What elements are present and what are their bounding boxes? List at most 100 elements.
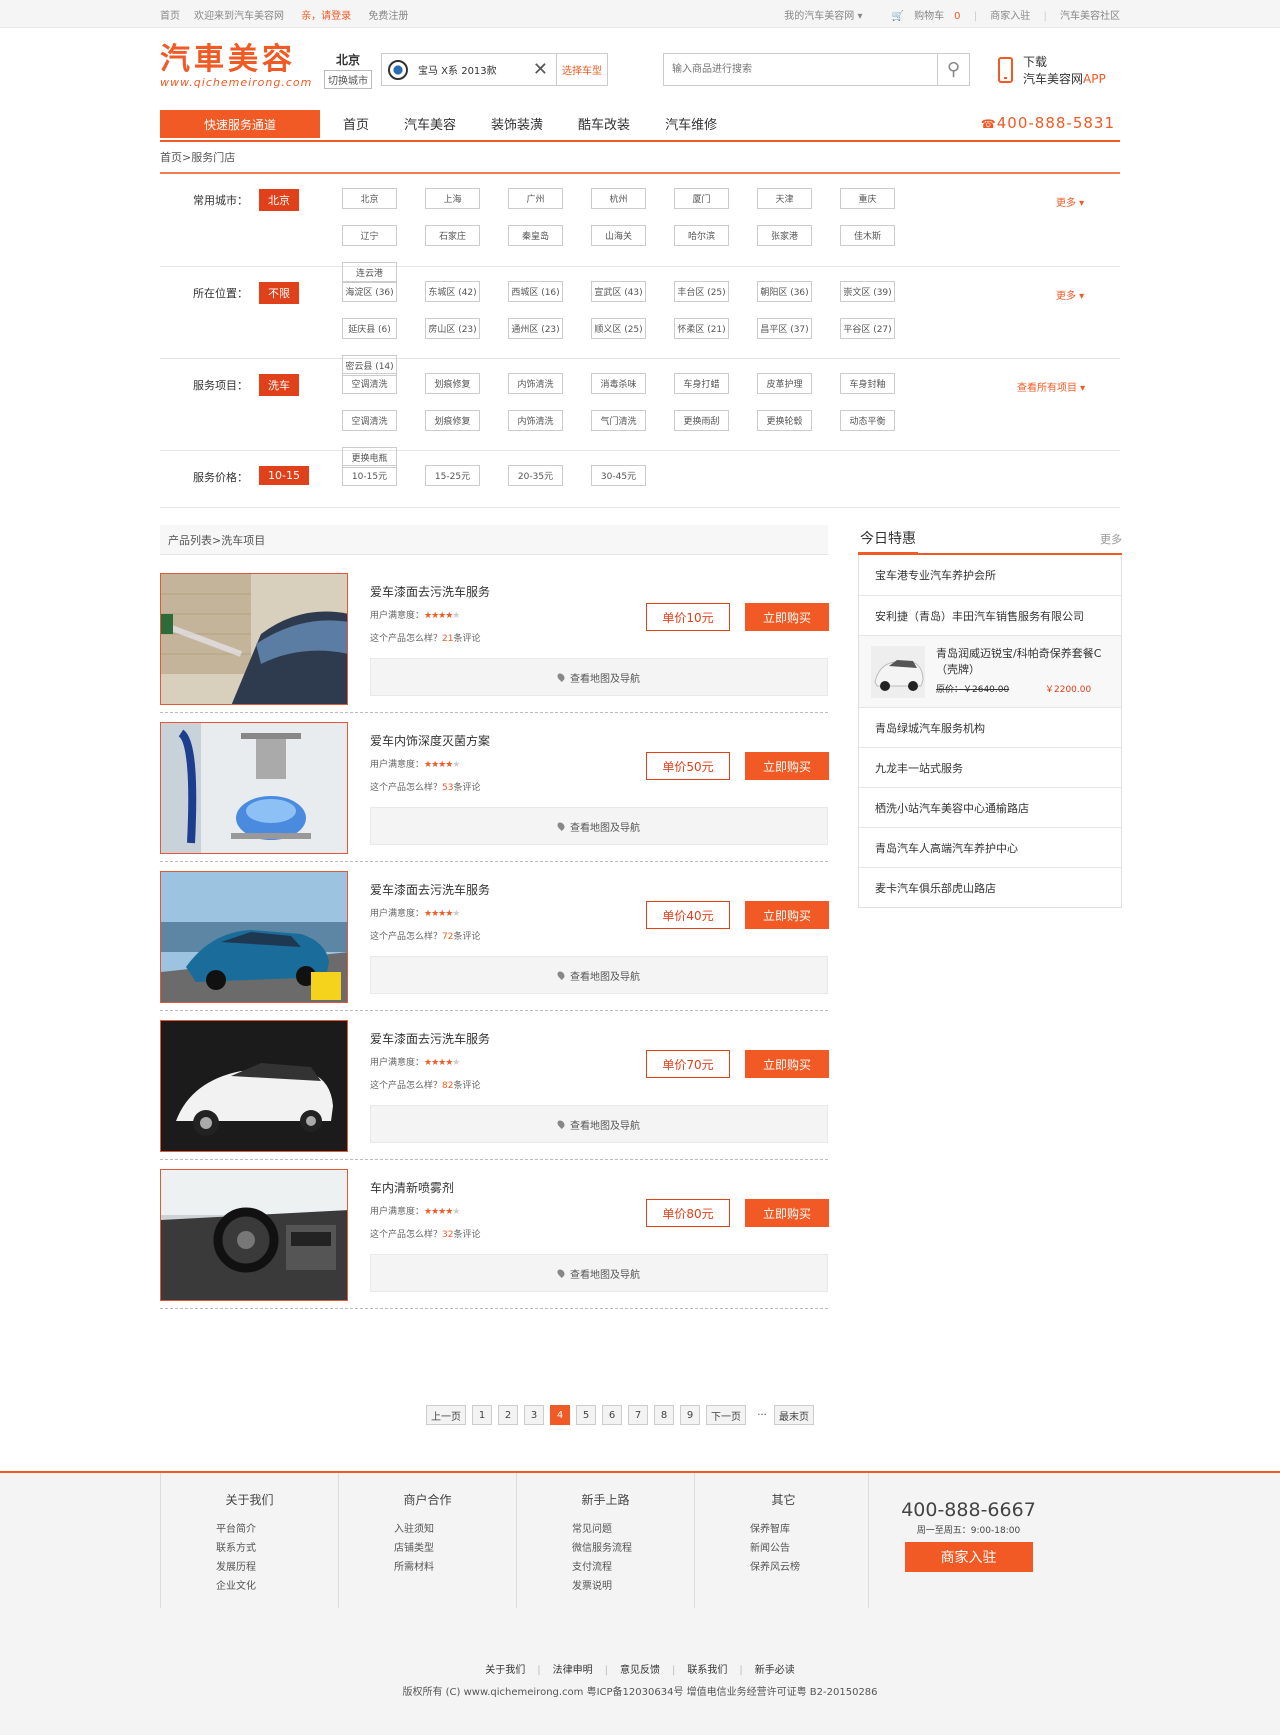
filter-option[interactable]: 空调清洗 <box>342 373 397 394</box>
my-site-menu[interactable]: 我的汽车美容网 ▾ <box>774 11 862 22</box>
filter-option[interactable]: 车身封釉 <box>840 373 895 394</box>
filter-option[interactable]: 上海 <box>425 188 480 209</box>
buy-now-button[interactable]: 立即购买 <box>745 1199 829 1227</box>
filter-option[interactable]: 30-45元 <box>591 465 646 486</box>
map-nav-button[interactable]: 查看地图及导航 <box>370 658 828 696</box>
footer-link[interactable]: 新闻公告 <box>695 1539 872 1558</box>
top-home-link[interactable]: 首页 <box>160 11 180 22</box>
pager-button[interactable]: 7 <box>628 1405 648 1425</box>
filter-option[interactable]: 厦门 <box>674 188 729 209</box>
product-image[interactable] <box>160 1020 348 1152</box>
site-logo[interactable]: 汽車美容 www.qichemeirong.com <box>160 44 312 90</box>
pager-button[interactable]: 下一页 <box>706 1405 746 1425</box>
merchant-join-button[interactable]: 商家入驻 <box>904 1542 1033 1572</box>
buy-now-button[interactable]: 立即购买 <box>745 603 829 631</box>
filter-option[interactable]: 内饰清洗 <box>508 373 563 394</box>
filter-option[interactable]: 划痕修复 <box>425 410 480 431</box>
filter-option[interactable]: 昌平区 (37) <box>757 318 812 339</box>
nav-item[interactable]: 装饰装潢 <box>491 114 543 133</box>
login-link[interactable]: 亲，请登录 <box>301 11 351 22</box>
filter-option[interactable]: 北京 <box>342 188 397 209</box>
deal-item[interactable]: 宝车港专业汽车养护会所 <box>859 555 1121 595</box>
app-download[interactable]: 下载 汽车美容网APP <box>998 53 1106 87</box>
filter-active-price[interactable]: 10-15 <box>259 466 309 485</box>
more-locations-button[interactable]: 更多 ▾ <box>1056 287 1084 302</box>
nav-item[interactable]: 汽车美容 <box>404 114 456 133</box>
filter-option[interactable]: 杭州 <box>591 188 646 209</box>
filter-option[interactable]: 东城区 (42) <box>425 281 480 302</box>
deal-item[interactable]: 青岛汽车人高端汽车养护中心 <box>859 827 1121 867</box>
filter-option[interactable]: 20-35元 <box>508 465 563 486</box>
filter-option[interactable]: 秦皇岛 <box>508 225 563 246</box>
filter-option[interactable]: 平谷区 (27) <box>840 318 895 339</box>
pager-button[interactable]: 4 <box>550 1405 570 1425</box>
product-reviews[interactable]: 这个产品怎么样？72条评论 <box>370 929 480 942</box>
cart-link[interactable]: 🛒 购物车 0 <box>882 11 961 22</box>
filter-option[interactable]: 空调清洗 <box>342 410 397 431</box>
filter-option[interactable]: 延庆县 (6) <box>342 318 397 339</box>
footer-link[interactable]: 所需材料 <box>339 1558 516 1577</box>
product-reviews[interactable]: 这个产品怎么样？53条评论 <box>370 780 480 793</box>
filter-option[interactable]: 皮革护理 <box>757 373 812 394</box>
all-services-button[interactable]: 查看所有项目 ▾ <box>1017 379 1085 394</box>
pager-button[interactable]: 9 <box>680 1405 700 1425</box>
filter-option[interactable]: 丰台区 (25) <box>674 281 729 302</box>
product-name[interactable]: 爱车内饰深度灭菌方案 <box>370 732 490 749</box>
map-nav-button[interactable]: 查看地图及导航 <box>370 1105 828 1143</box>
filter-option[interactable]: 划痕修复 <box>425 373 480 394</box>
footer-bottom-link[interactable]: 意见反馈 <box>620 1665 660 1676</box>
filter-option[interactable]: 宣武区 (43) <box>591 281 646 302</box>
product-name[interactable]: 车内清新喷雾剂 <box>370 1179 454 1196</box>
community-link[interactable]: 汽车美容社区 <box>1060 11 1120 22</box>
footer-bottom-link[interactable]: 新手必读 <box>755 1665 795 1676</box>
filter-option[interactable]: 重庆 <box>840 188 895 209</box>
filter-active-location[interactable]: 不限 <box>259 282 299 304</box>
filter-option[interactable]: 佳木斯 <box>840 225 895 246</box>
nav-item[interactable]: 首页 <box>343 114 369 133</box>
filter-option[interactable]: 哈尔滨 <box>674 225 729 246</box>
footer-bottom-link[interactable]: 关于我们 <box>485 1665 525 1676</box>
register-link[interactable]: 免费注册 <box>368 11 408 22</box>
deal-featured[interactable]: 青岛润威迈锐宝/科帕奇保养套餐C（壳牌） 原价：￥2640.00 ￥2200.00 <box>859 635 1121 707</box>
filter-option[interactable]: 10-15元 <box>342 465 397 486</box>
footer-link[interactable]: 微信服务流程 <box>517 1539 694 1558</box>
filter-option[interactable]: 气门清洗 <box>591 410 646 431</box>
footer-link[interactable]: 企业文化 <box>161 1577 338 1596</box>
footer-link[interactable]: 店铺类型 <box>339 1539 516 1558</box>
pager-button[interactable]: 1 <box>472 1405 492 1425</box>
filter-option[interactable]: 更换轮毂 <box>757 410 812 431</box>
footer-link[interactable]: 支付流程 <box>517 1558 694 1577</box>
switch-city-button[interactable]: 切换城市 <box>324 70 372 89</box>
footer-bottom-link[interactable]: 联系我们 <box>687 1665 727 1676</box>
product-name[interactable]: 爱车漆面去污洗车服务 <box>370 1030 490 1047</box>
buy-now-button[interactable]: 立即购买 <box>745 752 829 780</box>
filter-option[interactable]: 车身打蜡 <box>674 373 729 394</box>
filter-option[interactable]: 张家港 <box>757 225 812 246</box>
filter-option[interactable]: 广州 <box>508 188 563 209</box>
footer-link[interactable]: 入驻须知 <box>339 1520 516 1539</box>
footer-link[interactable]: 保养风云榜 <box>695 1558 872 1577</box>
deal-item[interactable]: 麦卡汽车俱乐部虎山路店 <box>859 867 1121 907</box>
product-reviews[interactable]: 这个产品怎么样？82条评论 <box>370 1078 480 1091</box>
filter-active-service[interactable]: 洗车 <box>259 374 299 396</box>
map-nav-button[interactable]: 查看地图及导航 <box>370 1254 828 1292</box>
product-reviews[interactable]: 这个产品怎么样？21条评论 <box>370 631 480 644</box>
footer-link[interactable]: 发展历程 <box>161 1558 338 1577</box>
pager-button[interactable]: 8 <box>654 1405 674 1425</box>
filter-option[interactable]: 海淀区 (36) <box>342 281 397 302</box>
filter-option[interactable]: 朝阳区 (36) <box>757 281 812 302</box>
more-cities-button[interactable]: 更多 ▾ <box>1056 194 1084 209</box>
filter-option[interactable]: 房山区 (23) <box>425 318 480 339</box>
footer-link[interactable]: 发票说明 <box>517 1577 694 1596</box>
filter-option[interactable]: 顺义区 (25) <box>591 318 646 339</box>
product-name[interactable]: 爱车漆面去污洗车服务 <box>370 881 490 898</box>
filter-option[interactable]: 石家庄 <box>425 225 480 246</box>
filter-option[interactable]: 15-25元 <box>425 465 480 486</box>
search-icon[interactable]: ⚲ <box>937 54 969 85</box>
filter-option[interactable]: 更换雨刮 <box>674 410 729 431</box>
product-image[interactable] <box>160 1169 348 1301</box>
pager-button[interactable]: 2 <box>498 1405 518 1425</box>
footer-bottom-link[interactable]: 法律申明 <box>553 1665 593 1676</box>
product-image[interactable] <box>160 722 348 854</box>
filter-option[interactable]: 动态平衡 <box>840 410 895 431</box>
